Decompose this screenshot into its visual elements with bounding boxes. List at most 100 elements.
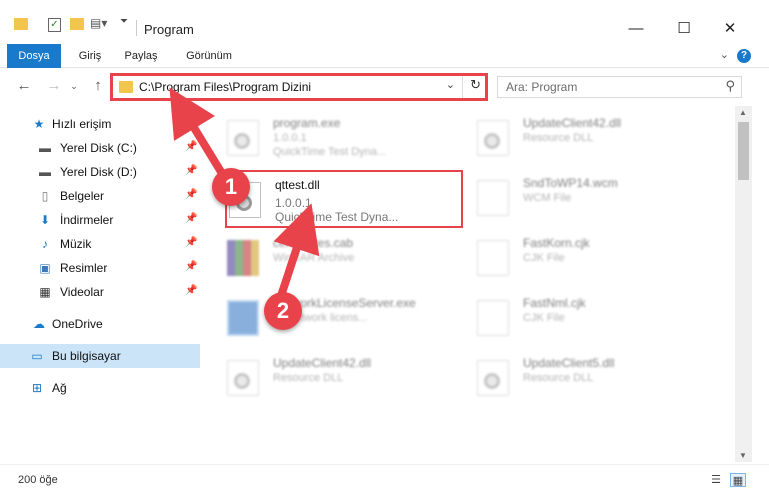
back-arrow-icon[interactable]: ← <box>14 77 34 94</box>
pin-icon[interactable]: 📌 <box>185 285 197 296</box>
sidebar-item-local-disk-c[interactable]: ▬ Yerel Disk (C:) 📌 <box>0 136 200 160</box>
scrollbar-thumb[interactable] <box>738 122 749 180</box>
list-item[interactable]: FastKorn.cjk CJK File <box>463 230 703 286</box>
scroll-down-icon[interactable]: ▼ <box>739 451 747 460</box>
dll-icon <box>477 360 509 396</box>
vertical-scrollbar[interactable]: ▲ ▼ <box>735 106 752 462</box>
computer-icon: ▭ <box>31 349 43 363</box>
recent-locations-icon[interactable]: ⌄ <box>64 81 84 92</box>
tab-file[interactable]: Dosya <box>7 44 61 68</box>
star-icon: ★ <box>33 117 45 131</box>
file-description: WinRAR Archive <box>273 252 355 264</box>
dll-icon <box>477 120 509 156</box>
list-item[interactable]: NetworkLicenseServer.exe LY network lice… <box>213 290 453 346</box>
sidebar-item-network[interactable]: ⊞ Ağ <box>0 376 200 400</box>
address-path[interactable]: C:\Program Files\Program Dizini <box>139 80 311 94</box>
pin-icon[interactable]: 📌 <box>185 213 197 224</box>
sidebar-item-label: İndirmeler <box>60 213 114 227</box>
sidebar-item-videos[interactable]: ▦ Videolar 📌 <box>0 280 200 304</box>
new-folder-icon[interactable] <box>70 18 84 30</box>
file-icon <box>477 300 509 336</box>
title-separator <box>136 20 137 36</box>
tab-share[interactable]: Paylaş <box>118 44 164 68</box>
item-count: 200 öğe <box>18 474 58 486</box>
file-icon <box>477 180 509 216</box>
search-input[interactable]: Ara: Program ⚲ <box>497 76 742 98</box>
network-exe-icon <box>227 300 259 336</box>
list-item[interactable]: certificates.cab WinRAR Archive <box>213 230 453 286</box>
tab-view[interactable]: Görünüm <box>178 44 240 68</box>
sidebar-item-local-disk-d[interactable]: ▬ Yerel Disk (D:) 📌 <box>0 160 200 184</box>
chevron-down-icon[interactable]: ⌄ <box>446 78 455 91</box>
navigation-bar: ← → ⌄ ↑ C:\Program Files\Program Dizini … <box>0 68 769 106</box>
list-item[interactable]: FastNml.cjk CJK File <box>463 290 703 346</box>
file-description: QuickTime Test Dyna... <box>273 146 387 158</box>
file-name: certificates.cab <box>273 236 354 250</box>
cloud-icon: ☁ <box>33 317 45 331</box>
tiles-view-icon[interactable]: ▦ <box>730 473 746 487</box>
highlighted-file-qttest[interactable]: qttest.dll 1.0.0.1 QuickTime Test Dyna..… <box>225 170 463 228</box>
sidebar-item-downloads[interactable]: ⬇ İndirmeler 📌 <box>0 208 200 232</box>
details-view-icon[interactable]: ☰ <box>708 473 724 487</box>
file-name: UpdateClient42.dll <box>523 116 622 130</box>
address-bar[interactable]: C:\Program Files\Program Dizini ⌄ ↻ <box>110 73 488 101</box>
file-icon <box>477 240 509 276</box>
download-icon: ⬇ <box>39 213 51 227</box>
drive-icon: ▬ <box>39 141 51 155</box>
pin-icon[interactable]: 📌 <box>185 261 197 272</box>
scroll-up-icon[interactable]: ▲ <box>739 108 747 117</box>
picture-icon: ▣ <box>39 261 51 275</box>
list-item[interactable]: UpdateClient5.dll Resource DLL <box>463 350 703 406</box>
tab-home[interactable]: Giriş <box>70 44 110 68</box>
sidebar-item-documents[interactable]: ▯ Belgeler 📌 <box>0 184 200 208</box>
drive-icon: ▬ <box>39 165 51 179</box>
file-name: qttest.dll <box>275 178 320 192</box>
file-name: FastNml.cjk <box>523 296 586 310</box>
list-item[interactable]: program.exe 1.0.0.1 QuickTime Test Dyna.… <box>213 110 453 166</box>
file-version: 1.0.0.1 <box>275 196 312 210</box>
forward-arrow-icon[interactable]: → <box>44 77 64 94</box>
customize-toolbar-icon[interactable]: ▤▾ <box>90 16 107 30</box>
up-arrow-icon[interactable]: ↑ <box>88 77 108 94</box>
list-item[interactable]: UpdateClient42.dll Resource DLL <box>213 350 453 406</box>
step-2-badge: 2 <box>264 292 302 330</box>
sidebar-item-quick-access[interactable]: ★ Hızlı erişim <box>0 112 200 136</box>
list-item[interactable]: UpdateClient42.dll Resource DLL <box>463 110 703 166</box>
sidebar-item-label: Hızlı erişim <box>52 117 112 131</box>
sidebar-item-onedrive[interactable]: ☁ OneDrive <box>0 312 200 336</box>
file-description: Resource DLL <box>273 372 344 384</box>
document-icon: ▯ <box>41 189 49 203</box>
folder-icon[interactable] <box>14 18 28 30</box>
sidebar-item-label: Müzik <box>60 237 92 251</box>
minimize-button[interactable]: — <box>616 14 656 42</box>
sidebar-item-music[interactable]: ♪ Müzik 📌 <box>0 232 200 256</box>
sidebar-item-label: Yerel Disk (D:) <box>60 165 137 179</box>
close-button[interactable]: ✕ <box>710 14 750 42</box>
maximize-button[interactable]: ☐ <box>664 14 704 42</box>
sidebar-item-label: Resimler <box>60 261 108 275</box>
pin-icon[interactable]: 📌 <box>185 141 197 152</box>
sidebar-item-label: Videolar <box>60 285 104 299</box>
search-placeholder: Ara: Program <box>506 80 578 94</box>
title-bar: ✓ ▤▾ ⏷ Program — ☐ ✕ <box>0 0 769 44</box>
pin-icon[interactable]: 📌 <box>185 165 197 176</box>
file-list: program.exe 1.0.0.1 QuickTime Test Dyna.… <box>213 106 735 462</box>
network-icon: ⊞ <box>31 381 43 395</box>
search-icon[interactable]: ⚲ <box>725 78 735 94</box>
file-description: WCM File <box>523 192 572 204</box>
sidebar-item-label: Belgeler <box>60 189 105 203</box>
pin-icon[interactable]: 📌 <box>185 237 197 248</box>
film-icon: ▦ <box>39 285 51 299</box>
sidebar-item-label: Bu bilgisayar <box>52 349 121 363</box>
chevron-down-icon[interactable]: ⌄ <box>720 48 729 61</box>
file-description: Resource DLL <box>523 132 594 144</box>
sidebar-item-label: OneDrive <box>52 317 103 331</box>
toolbar-dropdown-icon[interactable]: ⏷ <box>120 16 128 27</box>
pin-icon[interactable]: 📌 <box>185 189 197 200</box>
list-item[interactable]: SndToWP14.wcm WCM File <box>463 170 703 226</box>
properties-icon[interactable]: ✓ <box>48 18 61 32</box>
refresh-icon[interactable]: ↻ <box>470 77 481 93</box>
help-icon[interactable]: ? <box>737 49 751 63</box>
sidebar-item-this-pc[interactable]: ▭ Bu bilgisayar <box>0 344 200 368</box>
sidebar-item-pictures[interactable]: ▣ Resimler 📌 <box>0 256 200 280</box>
